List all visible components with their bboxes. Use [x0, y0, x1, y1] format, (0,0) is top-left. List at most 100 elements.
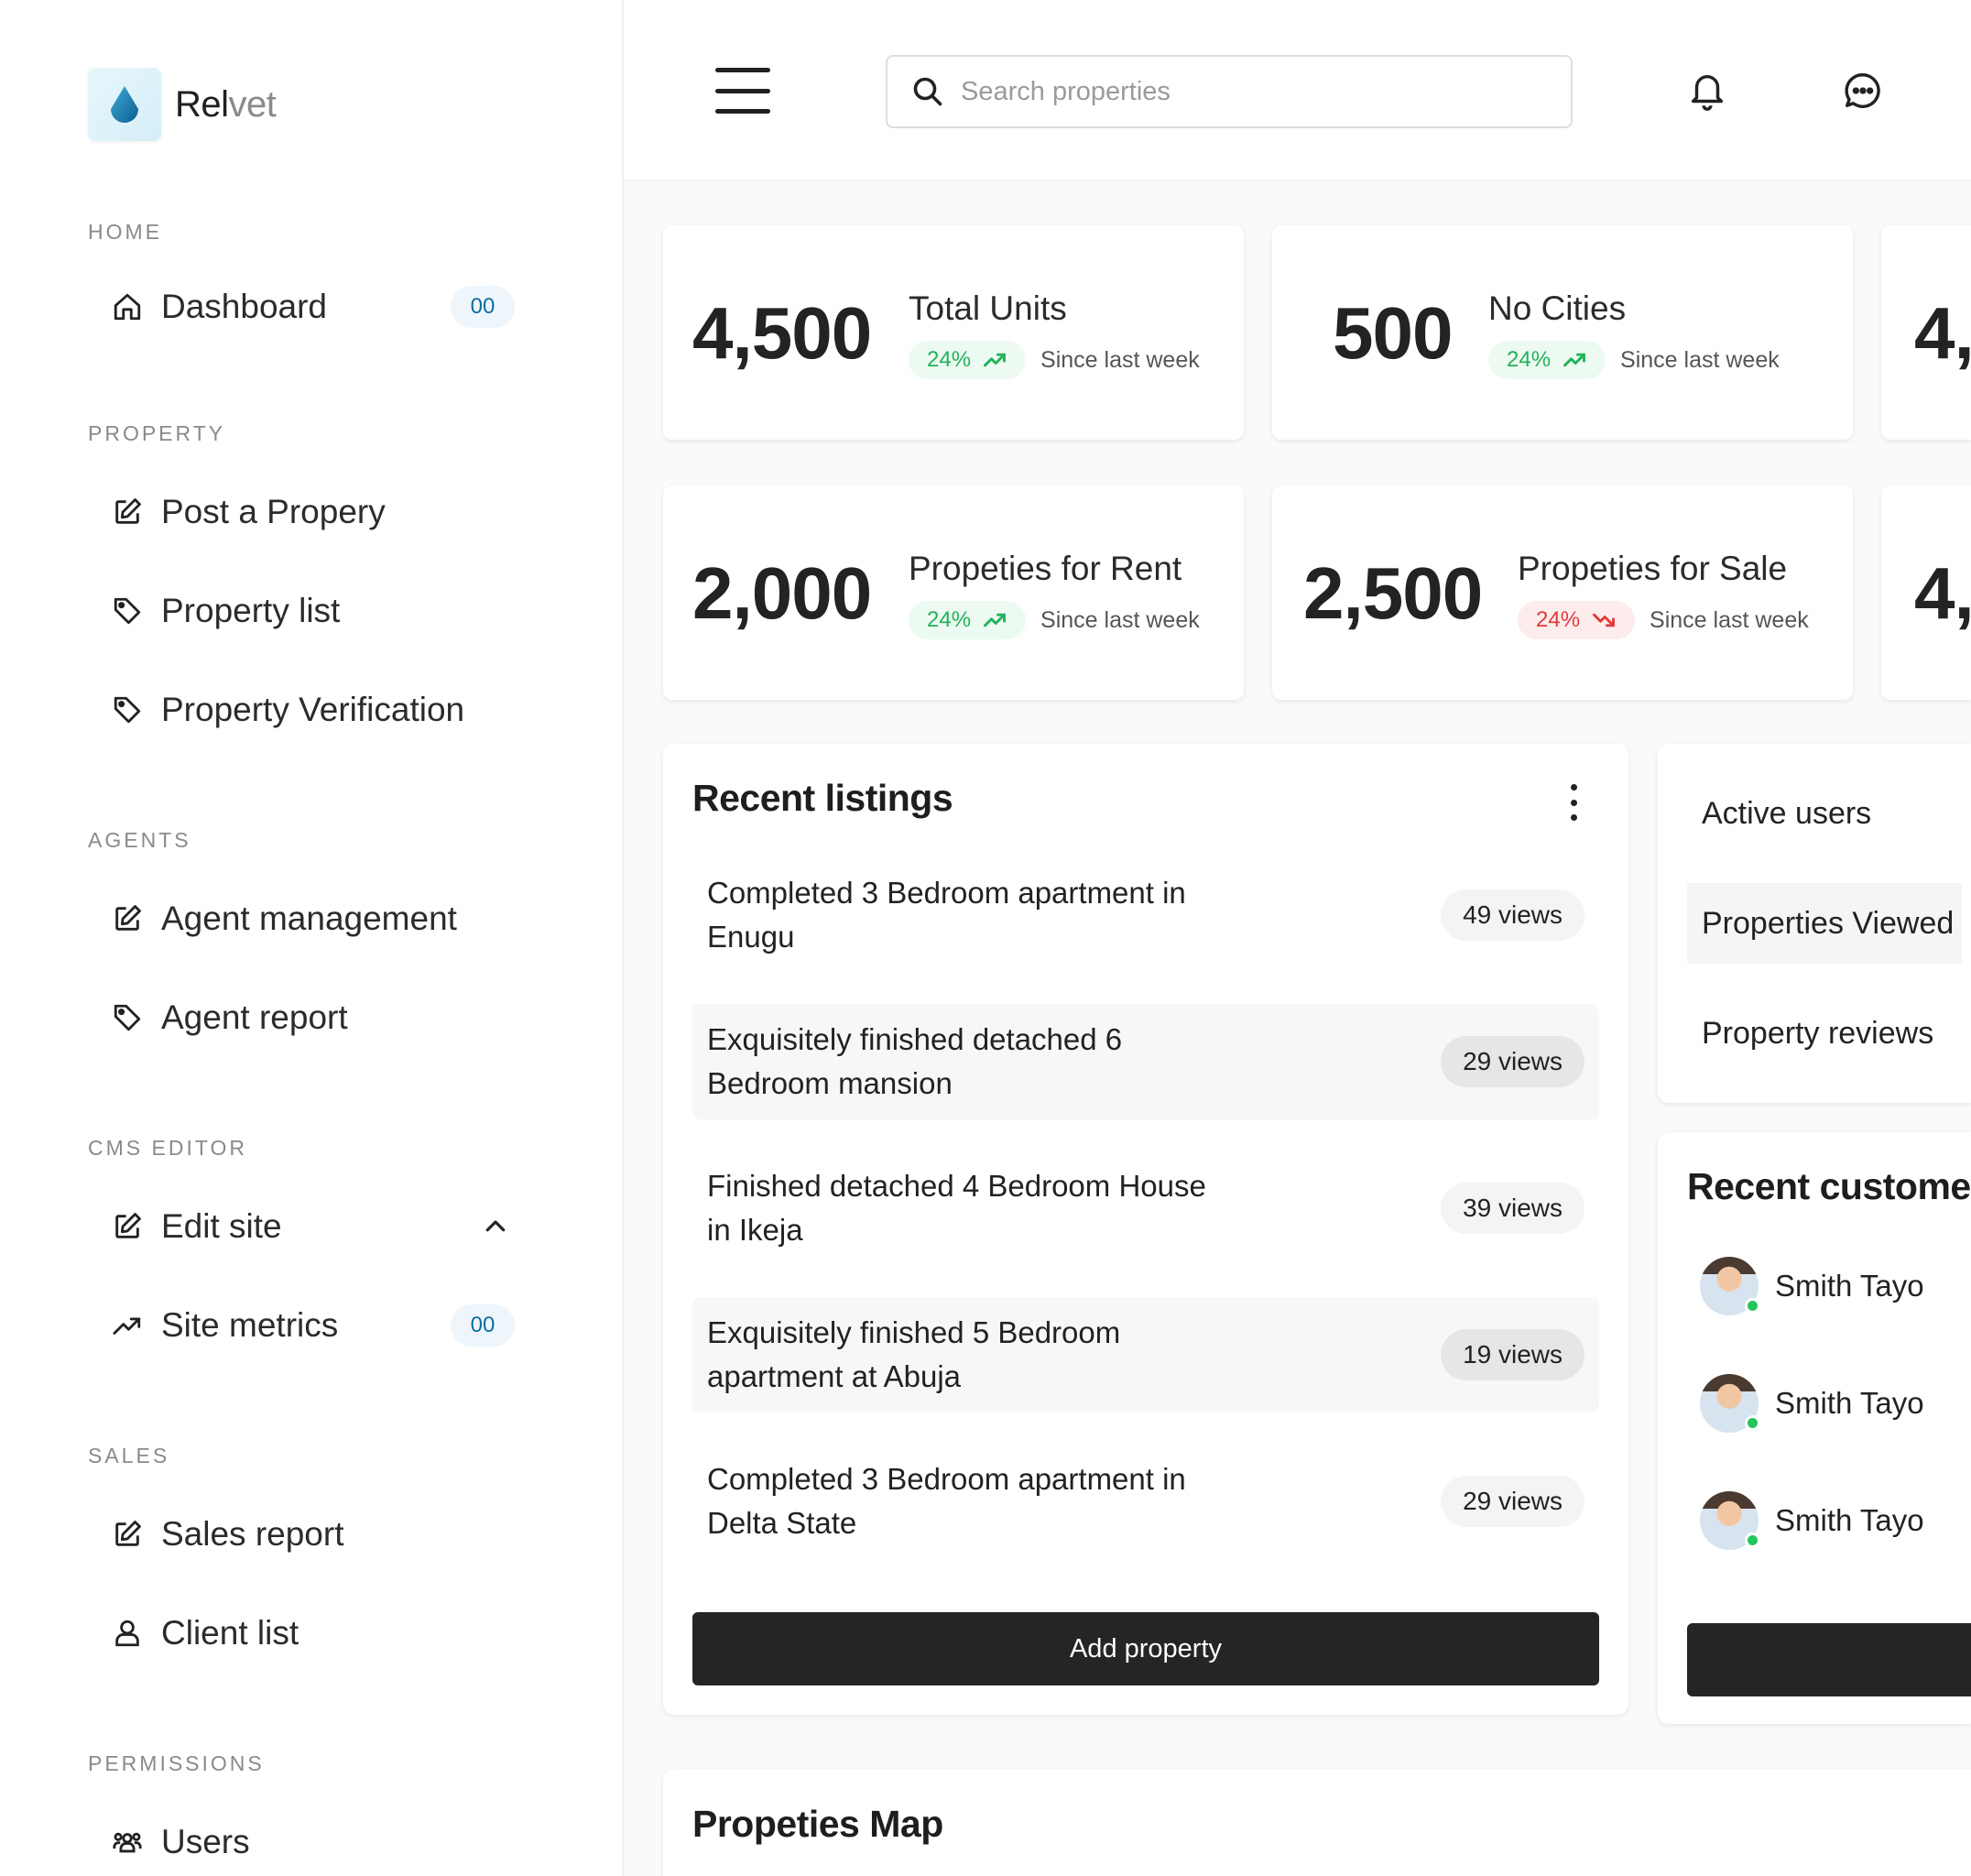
- stat-meta: 24% Since last week: [1488, 341, 1780, 379]
- sidebar-item-agent-report[interactable]: Agent report: [112, 986, 515, 1050]
- recent-customers-panel: Recent customers Smith Tayo Smith Tayo S…: [1658, 1132, 1971, 1724]
- brand-logo[interactable]: Relvet: [88, 68, 277, 141]
- change-value: 24%: [927, 607, 972, 632]
- section-label-home: HOME: [88, 220, 162, 244]
- users-group-icon: [113, 1832, 142, 1853]
- listing-title: Completed 3 Bedroom apartment in Enugu: [707, 876, 1186, 954]
- sidebar-item-agent-management[interactable]: Agent management: [112, 887, 515, 951]
- avatar: [1700, 1491, 1760, 1550]
- change-pill: 24%: [1488, 341, 1606, 379]
- online-status-dot: [1745, 1415, 1760, 1431]
- sidebar-item-property-verification[interactable]: Property Verification: [112, 678, 515, 742]
- stat-card-partial[interactable]: 4,: [1881, 225, 1971, 440]
- chevron-up-icon[interactable]: [482, 1213, 509, 1240]
- stat-value: 500: [1333, 292, 1453, 374]
- change-value: 24%: [1536, 607, 1581, 632]
- more-options-icon[interactable]: [1564, 784, 1583, 821]
- stat-title: No Cities: [1488, 289, 1627, 327]
- customer-item[interactable]: Smith Tayo: [1700, 1491, 1924, 1550]
- brand-name: Relvet: [175, 83, 277, 125]
- since-label: Since last week: [1650, 606, 1809, 633]
- customer-item[interactable]: Smith Tayo: [1700, 1257, 1924, 1315]
- listing-row[interactable]: Exquisitely finished detached 6 Bedroom …: [692, 1004, 1599, 1119]
- customer-item[interactable]: Smith Tayo: [1700, 1374, 1924, 1433]
- tag-icon: [114, 696, 141, 724]
- online-status-dot: [1745, 1298, 1760, 1314]
- listing-row[interactable]: Completed 3 Bedroom apartment in Enugu 4…: [692, 857, 1599, 973]
- section-label-agents: AGENTS: [88, 828, 191, 852]
- sidebar-item-client-list[interactable]: Client list: [112, 1601, 515, 1665]
- sidebar-item-edit-site[interactable]: Edit site: [112, 1194, 515, 1259]
- sidebar-item-dashboard[interactable]: Dashboard 00: [112, 275, 515, 339]
- sidebar-item-label: Dashboard: [161, 288, 328, 325]
- sidebar-item-label: Property Verification: [161, 691, 465, 728]
- customer-name: Smith Tayo: [1775, 1503, 1924, 1537]
- properties-map-panel: Propeties Map: [663, 1770, 1971, 1876]
- stat-card-total-units[interactable]: 4,500 Total Units 24% Since last week: [663, 225, 1244, 440]
- menu-icon[interactable]: [715, 68, 770, 114]
- sidebar-item-label: Site metrics: [161, 1306, 339, 1344]
- sidebar-item-label: Client list: [161, 1614, 299, 1652]
- stat-card-properties-for-rent[interactable]: 2,000 Propeties for Rent 24% Since last …: [663, 485, 1244, 700]
- views-badge: 29 views: [1441, 1036, 1584, 1087]
- views-badge: 19 views: [1441, 1329, 1584, 1380]
- search-input[interactable]: [961, 76, 1547, 107]
- properties-viewed-link[interactable]: Properties Viewed: [1687, 883, 1962, 964]
- trend-up-icon: [984, 353, 1007, 367]
- recent-listings-title: Recent listings: [692, 777, 953, 819]
- sidebar: Relvet HOME Dashboard 00 PROPERTY Post a…: [0, 0, 624, 1876]
- change-pill: 24%: [1518, 601, 1636, 639]
- bell-icon[interactable]: [1686, 70, 1728, 112]
- section-label-permissions: PERMISSIONS: [88, 1751, 265, 1775]
- stat-card-no-cities[interactable]: 500 No Cities 24% Since last week: [1272, 225, 1853, 440]
- droplet-logo-icon: [88, 68, 161, 141]
- stat-card-partial[interactable]: 4,: [1881, 485, 1971, 700]
- search-icon: [913, 77, 942, 106]
- chat-icon[interactable]: [1842, 70, 1884, 112]
- sidebar-item-label: Users: [161, 1823, 250, 1860]
- tag-icon: [114, 1004, 141, 1031]
- active-users-link[interactable]: Active users: [1687, 773, 1962, 854]
- online-status-dot: [1745, 1532, 1760, 1548]
- sidebar-item-site-metrics[interactable]: Site metrics 00: [112, 1293, 515, 1358]
- sidebar-item-post-property[interactable]: Post a Propery: [112, 480, 515, 544]
- customer-name: Smith Tayo: [1775, 1386, 1924, 1420]
- site-metrics-count-badge: 00: [451, 1304, 515, 1347]
- recent-listings-panel: Recent listings Completed 3 Bedroom apar…: [663, 744, 1628, 1715]
- add-property-button[interactable]: Add property: [692, 1612, 1599, 1685]
- stat-meta: 24% Since last week: [1518, 601, 1809, 639]
- user-icon: [115, 1620, 139, 1647]
- stat-value: 4,: [1914, 552, 1971, 634]
- listing-row[interactable]: Completed 3 Bedroom apartment in Delta S…: [692, 1444, 1599, 1559]
- views-badge: 29 views: [1441, 1476, 1584, 1527]
- section-label-sales: SALES: [88, 1444, 170, 1467]
- views-badge: 39 views: [1441, 1183, 1584, 1234]
- stat-meta: 24% Since last week: [909, 601, 1200, 639]
- section-label-cms-editor: CMS EDITOR: [88, 1136, 247, 1160]
- search-box[interactable]: [886, 55, 1573, 128]
- home-icon: [114, 293, 141, 321]
- change-value: 24%: [927, 347, 972, 372]
- listing-row[interactable]: Finished detached 4 Bedroom House in Ike…: [692, 1151, 1599, 1266]
- trending-up-icon: [113, 1317, 141, 1335]
- since-label: Since last week: [1040, 346, 1200, 373]
- sidebar-item-users[interactable]: Users: [112, 1810, 515, 1874]
- trend-up-icon: [1563, 353, 1586, 367]
- listing-row[interactable]: Exquisitely finished 5 Bedroom apartment…: [692, 1297, 1599, 1412]
- sidebar-item-property-list[interactable]: Property list: [112, 579, 515, 643]
- tag-icon: [114, 597, 141, 625]
- activity-panel: Active users Properties Viewed Property …: [1658, 744, 1971, 1103]
- sidebar-item-label: Agent report: [161, 998, 348, 1036]
- stat-meta: 24% Since last week: [909, 341, 1200, 379]
- property-reviews-link[interactable]: Property reviews: [1687, 993, 1962, 1074]
- avatar: [1700, 1257, 1760, 1315]
- stat-title: Propeties for Rent: [909, 550, 1182, 587]
- stat-value: 2,500: [1303, 552, 1483, 634]
- edit-icon: [115, 1521, 141, 1546]
- sidebar-item-sales-report[interactable]: Sales report: [112, 1502, 515, 1566]
- stat-card-properties-for-sale[interactable]: 2,500 Propeties for Sale 24% Since last …: [1272, 485, 1853, 700]
- properties-map-title: Propeties Map: [692, 1803, 943, 1845]
- sidebar-item-label: Edit site: [161, 1207, 282, 1245]
- sidebar-item-label: Property list: [161, 592, 341, 629]
- customers-action-button[interactable]: [1687, 1623, 1971, 1696]
